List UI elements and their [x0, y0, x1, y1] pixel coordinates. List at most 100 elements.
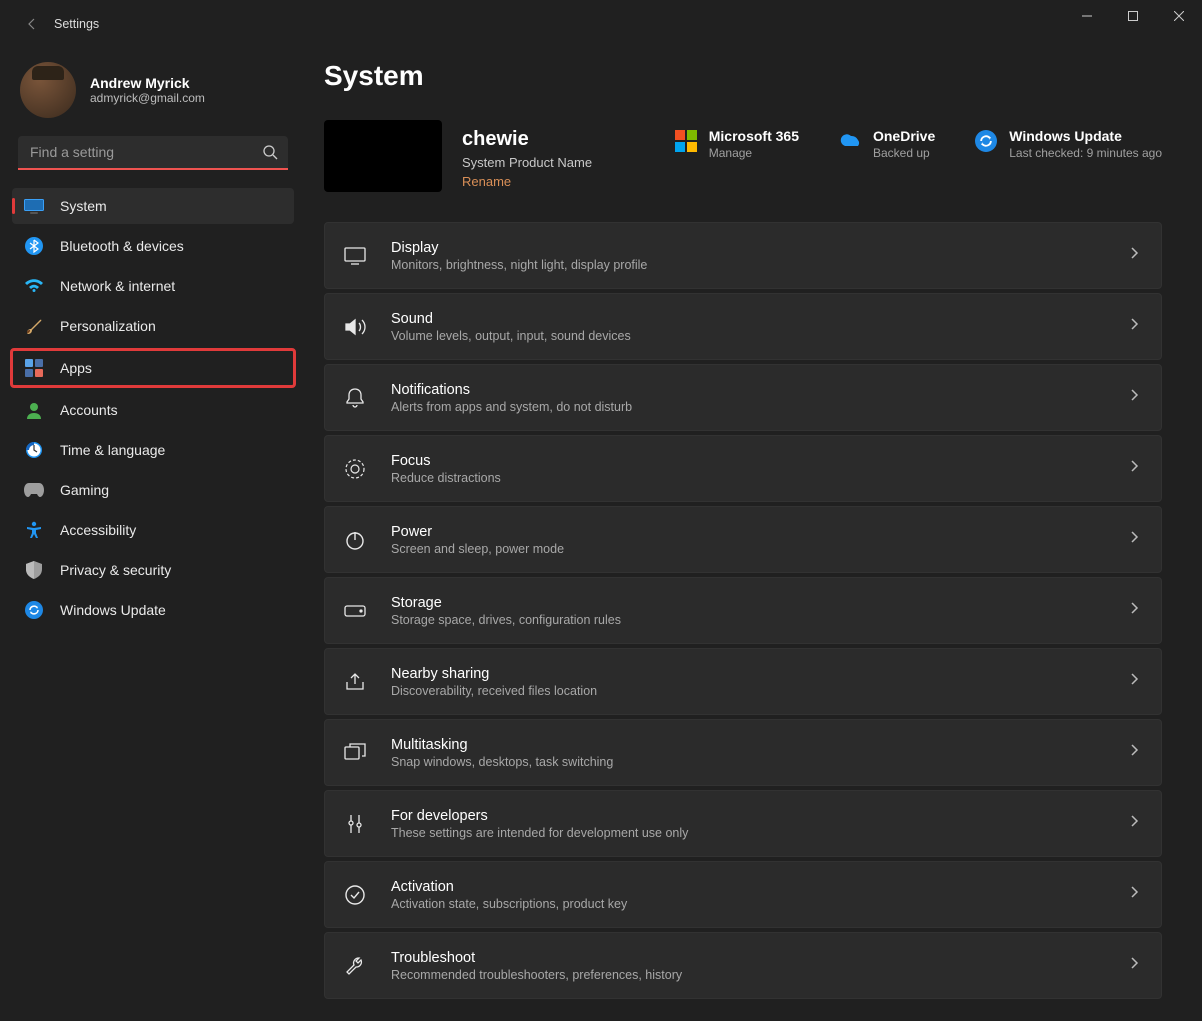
- status-sub: Last checked: 9 minutes ago: [1009, 146, 1162, 160]
- wifi-icon: [24, 276, 44, 296]
- titlebar: Settings: [0, 0, 1202, 48]
- back-button[interactable]: [12, 4, 52, 44]
- window-controls: [1064, 0, 1202, 32]
- sidebar-item-accounts[interactable]: Accounts: [12, 392, 294, 428]
- wrench-icon: [343, 954, 367, 978]
- card-title: Storage: [391, 595, 1129, 611]
- page-title: System: [324, 60, 1162, 92]
- sidebar-item-network[interactable]: Network & internet: [12, 268, 294, 304]
- card-title: Troubleshoot: [391, 950, 1129, 966]
- sidebar-item-label: Privacy & security: [60, 562, 171, 578]
- chevron-right-icon: [1129, 388, 1139, 407]
- share-icon: [343, 670, 367, 694]
- sidebar-item-gaming[interactable]: Gaming: [12, 472, 294, 508]
- sidebar-item-personalization[interactable]: Personalization: [12, 308, 294, 344]
- clock-icon: [24, 440, 44, 460]
- card-sub: Storage space, drives, configuration rul…: [391, 613, 1129, 627]
- sidebar-item-time[interactable]: Time & language: [12, 432, 294, 468]
- sidebar-item-label: Apps: [60, 360, 92, 376]
- card-title: Notifications: [391, 382, 1129, 398]
- card-title: Multitasking: [391, 737, 1129, 753]
- person-icon: [24, 400, 44, 420]
- sidebar-item-label: Time & language: [60, 442, 165, 458]
- chevron-right-icon: [1129, 530, 1139, 549]
- device-info: chewie System Product Name Rename: [462, 120, 642, 189]
- status-title: OneDrive: [873, 128, 935, 144]
- card-sub: Alerts from apps and system, do not dist…: [391, 400, 1129, 414]
- card-notifications[interactable]: Notifications Alerts from apps and system…: [324, 364, 1162, 431]
- chevron-right-icon: [1129, 601, 1139, 620]
- dev-icon: [343, 812, 367, 836]
- device-product: System Product Name: [462, 155, 642, 170]
- bluetooth-icon: [24, 236, 44, 256]
- status-onedrive[interactable]: OneDrive Backed up: [839, 128, 935, 160]
- sidebar-item-accessibility[interactable]: Accessibility: [12, 512, 294, 548]
- sidebar-item-bluetooth[interactable]: Bluetooth & devices: [12, 228, 294, 264]
- chevron-right-icon: [1129, 459, 1139, 478]
- card-title: Display: [391, 240, 1129, 256]
- sidebar-item-label: Personalization: [60, 318, 156, 334]
- sidebar-item-update[interactable]: Windows Update: [12, 592, 294, 628]
- device-image: [324, 120, 442, 192]
- display-icon: [343, 244, 367, 268]
- chevron-right-icon: [1129, 956, 1139, 975]
- chevron-right-icon: [1129, 814, 1139, 833]
- maximize-button[interactable]: [1110, 0, 1156, 32]
- card-title: Power: [391, 524, 1129, 540]
- search-wrap: [18, 136, 288, 170]
- card-sub: Reduce distractions: [391, 471, 1129, 485]
- sidebar-item-privacy[interactable]: Privacy & security: [12, 552, 294, 588]
- card-sub: Volume levels, output, input, sound devi…: [391, 329, 1129, 343]
- bell-icon: [343, 386, 367, 410]
- rename-link[interactable]: Rename: [462, 174, 642, 189]
- card-sub: Snap windows, desktops, task switching: [391, 755, 1129, 769]
- sidebar-item-system[interactable]: System: [12, 188, 294, 224]
- card-sub: Activation state, subscriptions, product…: [391, 897, 1129, 911]
- multitask-icon: [343, 741, 367, 765]
- window-title: Settings: [54, 17, 99, 31]
- status-update[interactable]: Windows Update Last checked: 9 minutes a…: [975, 128, 1162, 160]
- card-multitasking[interactable]: Multitasking Snap windows, desktops, task…: [324, 719, 1162, 786]
- focus-icon: [343, 457, 367, 481]
- update-icon: [24, 600, 44, 620]
- brush-icon: [24, 316, 44, 336]
- content: System chewie System Product Name Rename…: [306, 48, 1202, 1021]
- sidebar-item-label: Accessibility: [60, 522, 136, 538]
- cloud-icon: [839, 130, 861, 152]
- sidebar-item-apps[interactable]: Apps: [12, 350, 294, 386]
- card-activation[interactable]: Activation Activation state, subscription…: [324, 861, 1162, 928]
- update-icon: [975, 130, 997, 152]
- card-developers[interactable]: For developersThese settings are intende…: [324, 790, 1162, 857]
- user-name: Andrew Myrick: [90, 75, 205, 91]
- chevron-right-icon: [1129, 246, 1139, 265]
- status-title: Windows Update: [1009, 128, 1162, 144]
- chevron-right-icon: [1129, 885, 1139, 904]
- status-m365[interactable]: Microsoft 365 Manage: [675, 128, 799, 160]
- settings-cards: Display Monitors, brightness, night light…: [324, 222, 1162, 999]
- card-display[interactable]: Display Monitors, brightness, night light…: [324, 222, 1162, 289]
- card-storage[interactable]: Storage Storage space, drives, configurat…: [324, 577, 1162, 644]
- device-name: chewie: [462, 128, 642, 151]
- card-troubleshoot[interactable]: TroubleshootRecommended troubleshooters,…: [324, 932, 1162, 999]
- minimize-button[interactable]: [1064, 0, 1110, 32]
- storage-icon: [343, 599, 367, 623]
- chevron-right-icon: [1129, 743, 1139, 762]
- card-nearby[interactable]: Nearby sharingDiscoverability, received …: [324, 648, 1162, 715]
- search-input[interactable]: [18, 136, 288, 170]
- card-sub: Screen and sleep, power mode: [391, 542, 1129, 556]
- card-focus[interactable]: FocusReduce distractions: [324, 435, 1162, 502]
- card-sub: Monitors, brightness, night light, displ…: [391, 258, 1129, 272]
- card-sound[interactable]: SoundVolume levels, output, input, sound…: [324, 293, 1162, 360]
- user-block[interactable]: Andrew Myrick admyrick@gmail.com: [12, 56, 294, 132]
- sidebar-item-label: System: [60, 198, 107, 214]
- user-email: admyrick@gmail.com: [90, 91, 205, 105]
- accessibility-icon: [24, 520, 44, 540]
- close-button[interactable]: [1156, 0, 1202, 32]
- card-title: For developers: [391, 808, 1129, 824]
- avatar: [20, 62, 76, 118]
- gamepad-icon: [24, 480, 44, 500]
- card-power[interactable]: Power Screen and sleep, power mode: [324, 506, 1162, 573]
- sidebar-item-label: Accounts: [60, 402, 118, 418]
- card-title: Activation: [391, 879, 1129, 895]
- card-title: Nearby sharing: [391, 666, 1129, 682]
